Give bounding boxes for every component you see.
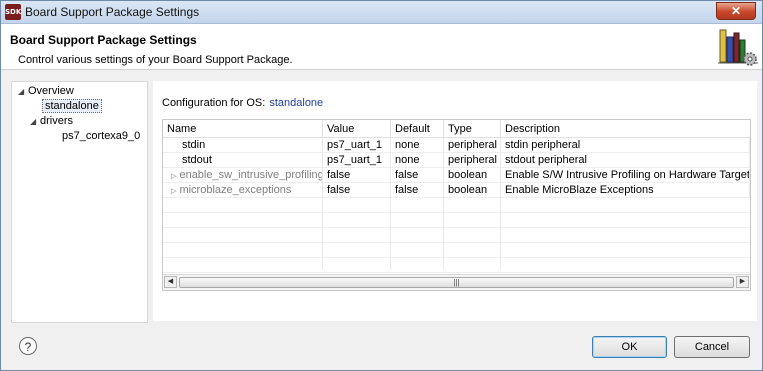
cell-description: stdin peripheral: [501, 138, 750, 153]
page-title: Board Support Package Settings: [10, 33, 197, 47]
ok-button[interactable]: OK: [592, 336, 667, 358]
cancel-button[interactable]: Cancel: [674, 336, 750, 358]
column-header-name[interactable]: Name: [163, 120, 323, 138]
tree-item-overview[interactable]: ◢ Overview: [18, 84, 74, 99]
empty-row: [163, 243, 750, 258]
settings-content: Configuration for OS: standalone Name Val…: [153, 81, 757, 321]
dialog-window: SDK Board Support Package Settings ✕ Boa…: [0, 0, 763, 371]
cell-type: boolean: [444, 168, 501, 183]
cell-value[interactable]: false: [323, 183, 391, 198]
empty-row: [163, 228, 750, 243]
config-label: Configuration for OS:: [162, 97, 266, 109]
tree-item-drivers[interactable]: ◢ drivers: [30, 114, 73, 129]
cell-value[interactable]: ps7_uart_1: [323, 153, 391, 168]
help-icon[interactable]: ?: [19, 337, 37, 355]
cell-name: ▷ microblaze_exceptions: [163, 183, 323, 198]
cell-type: boolean: [444, 183, 501, 198]
triangle-right-icon[interactable]: ▷: [171, 173, 176, 180]
books-gear-icon: [718, 29, 758, 66]
cell-default: none: [391, 138, 444, 153]
triangle-down-icon[interactable]: ◢: [18, 84, 28, 99]
title-bar: SDK Board Support Package Settings ✕: [1, 1, 762, 24]
empty-row: [163, 198, 750, 213]
cell-description: stdout peripheral: [501, 153, 750, 168]
tree-item-ps7-cortexa9-0[interactable]: ps7_cortexa9_0: [62, 129, 140, 144]
scroll-right-icon[interactable]: ▶: [736, 276, 749, 288]
cell-value[interactable]: ps7_uart_1: [323, 138, 391, 153]
cell-default: false: [391, 168, 444, 183]
scroll-left-icon[interactable]: ◀: [164, 276, 177, 288]
tree-item-label: ps7_cortexa9_0: [62, 130, 141, 142]
dialog-footer: ? OK Cancel: [1, 325, 762, 370]
os-link[interactable]: standalone: [269, 97, 323, 109]
row-name-text: microblaze_exceptions: [179, 184, 292, 196]
cell-description: Enable S/W Intrusive Profiling on Hardwa…: [501, 168, 750, 183]
cell-name: stdout: [163, 153, 323, 168]
tree-item-label: standalone: [42, 99, 102, 113]
row-name-text: enable_sw_intrusive_profiling: [179, 169, 323, 181]
cell-name: stdin: [163, 138, 323, 153]
cell-type: peripheral: [444, 153, 501, 168]
settings-tree: ◢ Overview standalone ◢ drivers ps7_cortex…: [11, 81, 148, 323]
empty-row: [163, 258, 750, 273]
dialog-header: Board Support Package Settings Control v…: [1, 24, 762, 70]
tree-item-label: Overview: [28, 85, 74, 97]
page-subtitle: Control various settings of your Board S…: [18, 54, 293, 66]
sdk-app-icon: SDK: [5, 4, 21, 20]
window-title: Board Support Package Settings: [25, 5, 200, 19]
column-header-default[interactable]: Default: [391, 120, 444, 138]
settings-table: Name Value Default Type Description stdi…: [162, 119, 751, 291]
column-header-value[interactable]: Value: [323, 120, 391, 138]
column-header-description[interactable]: Description: [501, 120, 750, 138]
cell-type: peripheral: [444, 138, 501, 153]
tree-item-label: drivers: [40, 115, 74, 127]
dialog-body: ◢ Overview standalone ◢ drivers ps7_cortex…: [1, 70, 762, 325]
tree-item-standalone[interactable]: standalone: [42, 99, 102, 114]
triangle-down-icon[interactable]: ◢: [30, 114, 40, 129]
horizontal-scrollbar[interactable]: ◀ ||| ▶: [163, 274, 750, 290]
cell-description: Enable MicroBlaze Exceptions: [501, 183, 750, 198]
scrollbar-thumb[interactable]: |||: [179, 277, 734, 288]
cell-default: none: [391, 153, 444, 168]
cell-name: ▷ enable_sw_intrusive_profiling: [163, 168, 323, 183]
triangle-right-icon[interactable]: ▷: [171, 188, 176, 195]
cell-default: false: [391, 183, 444, 198]
empty-row: [163, 213, 750, 228]
close-button[interactable]: ✕: [716, 2, 756, 20]
column-header-type[interactable]: Type: [444, 120, 501, 138]
config-row: Configuration for OS: standalone: [162, 97, 323, 109]
cell-value[interactable]: false: [323, 168, 391, 183]
